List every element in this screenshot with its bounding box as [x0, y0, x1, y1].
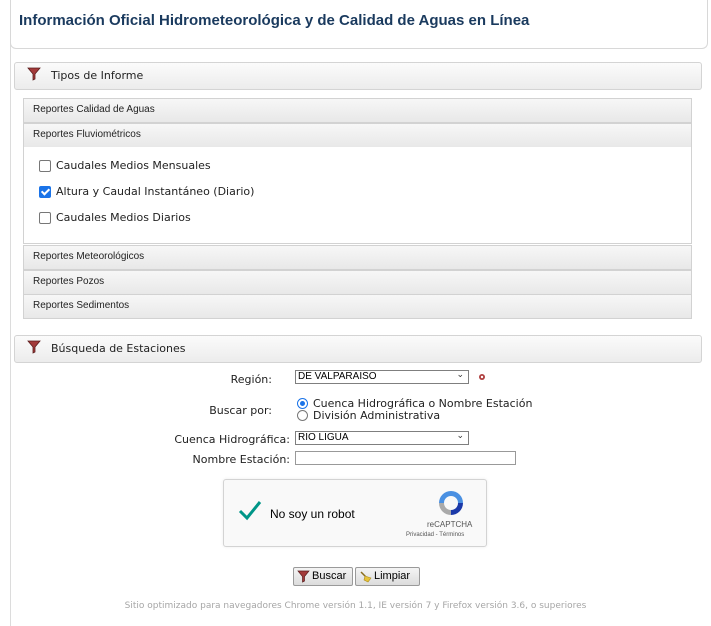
- clear-button[interactable]: Limpiar: [355, 567, 420, 586]
- accordion-item-label: Reportes Fluviométricos: [33, 129, 141, 140]
- basin-select[interactable]: RIO LIGUA ⌄: [295, 431, 469, 445]
- checkbox-checked[interactable]: [39, 186, 51, 198]
- radio-administrative-division[interactable]: [297, 410, 308, 421]
- checkbox-label: Caudales Medios Mensuales: [56, 159, 211, 172]
- filter-funnel-icon: [27, 340, 41, 354]
- accordion-item-label: Reportes Meteorológicos: [33, 251, 145, 262]
- checkbox-label: Altura y Caudal Instantáneo (Diario): [56, 185, 255, 198]
- filter-funnel-icon: [27, 67, 41, 81]
- accordion-item-meteorological[interactable]: Reportes Meteorológicos: [23, 245, 692, 270]
- station-search-label: Búsqueda de Estaciones: [51, 342, 186, 355]
- report-types-section-header[interactable]: Tipos de Informe: [14, 62, 702, 90]
- checkmark-icon[interactable]: [238, 498, 262, 522]
- terms-link[interactable]: Términos: [439, 532, 464, 538]
- radio-basin-or-station[interactable]: [297, 398, 308, 409]
- station-search-section-header[interactable]: Búsqueda de Estaciones: [14, 335, 702, 363]
- search-by-label: Buscar por:: [209, 404, 272, 417]
- report-types-label: Tipos de Informe: [51, 69, 144, 82]
- accordion-item-wells[interactable]: Reportes Pozos: [23, 270, 692, 295]
- gear-icon: [479, 374, 485, 380]
- filter-funnel-icon: [297, 570, 310, 583]
- checkbox-label: Caudales Medios Diarios: [56, 211, 191, 224]
- title-bar: Información Oficial Hidrometeorológica y…: [10, 0, 708, 49]
- region-label: Región:: [230, 373, 272, 386]
- accordion-item-fluviometric[interactable]: Reportes Fluviométricos: [23, 123, 692, 148]
- browser-compatibility-note: Sitio optimizado para navegadores Chrome…: [124, 601, 587, 611]
- station-name-input[interactable]: [295, 451, 516, 465]
- page-title: Información Oficial Hidrometeorológica y…: [19, 12, 530, 29]
- recaptcha-brand: reCAPTCHA: [427, 520, 473, 529]
- recaptcha-label: No soy un robot: [270, 507, 355, 521]
- region-select[interactable]: DE VALPARAISO ⌄: [295, 370, 469, 384]
- accordion-item-label: Reportes Calidad de Aguas: [33, 104, 155, 115]
- chevron-down-icon: ⌄: [456, 370, 464, 380]
- accordion-item-sediments[interactable]: Reportes Sedimentos: [23, 294, 692, 319]
- broom-icon: [360, 571, 372, 583]
- recaptcha-widget: No soy un robot reCAPTCHA Privacidad - T…: [223, 479, 487, 547]
- radio-label: División Administrativa: [313, 409, 441, 422]
- search-button[interactable]: Buscar: [293, 567, 353, 586]
- region-select-value: DE VALPARAISO: [298, 371, 377, 382]
- privacy-link[interactable]: Privacidad: [406, 532, 434, 538]
- search-button-label: Buscar: [312, 570, 347, 582]
- basin-select-value: RIO LIGUA: [298, 432, 349, 443]
- accordion-item-water-quality[interactable]: Reportes Calidad de Aguas: [23, 98, 692, 123]
- checkbox[interactable]: [39, 160, 51, 172]
- checkbox[interactable]: [39, 212, 51, 224]
- station-name-label: Nombre Estación:: [192, 453, 290, 466]
- clear-button-label: Limpiar: [374, 570, 411, 582]
- basin-label: Cuenca Hidrográfica:: [174, 433, 290, 446]
- fluviometric-options-panel: Caudales Medios Mensuales Altura y Cauda…: [23, 147, 692, 244]
- accordion-item-label: Reportes Sedimentos: [33, 300, 130, 311]
- chevron-down-icon: ⌄: [456, 431, 464, 441]
- recaptcha-links: Privacidad - Términos: [406, 532, 464, 538]
- recaptcha-logo-icon: [439, 491, 463, 515]
- accordion-item-label: Reportes Pozos: [33, 276, 105, 287]
